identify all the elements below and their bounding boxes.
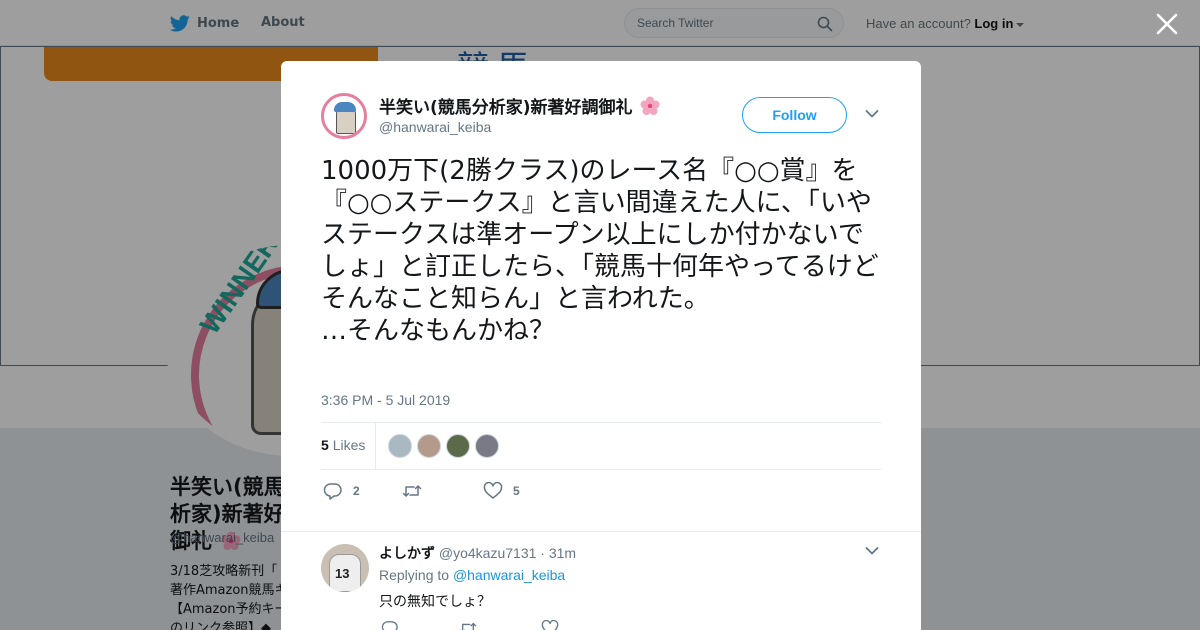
chevron-down-icon[interactable] [865,546,879,556]
avatar-jersey-number: 13 [335,566,350,581]
reply-icon [323,483,342,500]
likes-label: Likes [332,437,366,453]
tweet-text: 1000万下(2勝クラス)のレース名『○○賞』を『○○ステークス』と言い間違えた… [321,156,879,346]
reply-icon[interactable] [381,620,399,630]
reply-text: 只の無知でしょ？ [379,594,491,610]
liker-avatar[interactable] [446,434,470,458]
replying-to: Replying to @hanwarai_keiba [379,567,565,583]
tweet-author-name[interactable]: 半笑い(競馬分析家)新著好調御礼 [379,93,660,118]
likes-stat[interactable]: 5 Likes [321,437,365,453]
retweet-action[interactable] [402,482,432,500]
reply-time[interactable]: · 31m [540,545,576,561]
tweet-stats: 5 Likes [321,422,881,470]
retweet-icon [402,485,422,497]
stats-divider [375,423,376,469]
likes-count: 5 [321,437,329,453]
liker-avatar[interactable] [388,434,412,458]
tweet-author-handle[interactable]: @hanwarai_keiba [379,119,491,135]
replying-to-link[interactable]: @hanwarai_keiba [453,567,565,583]
tweet-timestamp[interactable]: 3:36 PM - 5 Jul 2019 [321,392,450,408]
reply-tweet[interactable]: 13 よしかず @yo4kazu7131 · 31m Replying to @… [281,531,921,630]
tweet-author-name-text: 半笑い(競馬分析家)新著好調御礼 [379,98,633,118]
retweet-icon[interactable] [459,620,477,630]
follow-button[interactable]: Follow [742,97,847,133]
reply-actions [379,620,579,630]
tweet-modal: 半笑い(競馬分析家)新著好調御礼 @hanwarai_keiba Follow … [281,61,921,630]
liker-avatar[interactable] [475,434,499,458]
tweet-author-avatar[interactable] [321,93,367,139]
heart-icon[interactable] [541,620,559,630]
avatar-cap [334,102,356,112]
chevron-down-icon[interactable] [865,109,879,119]
heart-icon [483,482,503,499]
like-action[interactable]: 5 [483,482,520,500]
like-count: 5 [513,484,520,498]
liker-avatar[interactable] [417,434,441,458]
cherry-blossom-icon [640,96,660,115]
replying-to-prefix: Replying to [379,567,450,583]
tweet-actions: 2 5 [321,479,881,503]
reply-header: よしかず @yo4kazu7131 · 31m [379,543,576,563]
reply-action[interactable]: 2 [323,482,360,500]
reply-author-name[interactable]: よしかず [379,546,435,562]
reply-count: 2 [353,484,360,498]
reply-author-avatar[interactable]: 13 [321,544,369,592]
reply-author-handle[interactable]: @yo4kazu7131 [439,545,537,561]
close-icon[interactable] [1155,12,1179,36]
